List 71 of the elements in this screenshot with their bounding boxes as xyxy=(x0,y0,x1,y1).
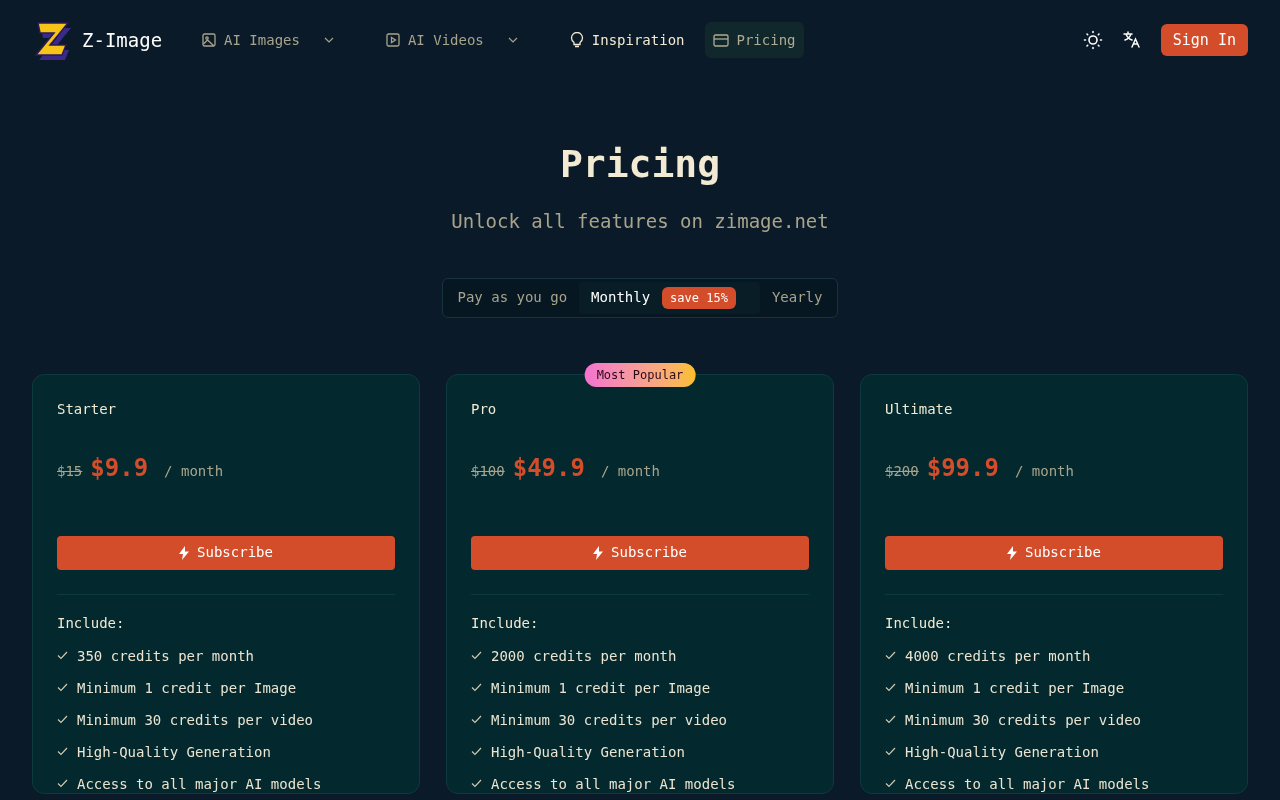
check-icon xyxy=(57,651,68,660)
price-period: / month xyxy=(164,461,224,481)
include-label: Include: xyxy=(57,613,126,633)
discount-badge: save 15% xyxy=(662,286,736,309)
check-icon xyxy=(57,779,68,788)
include-label: Include: xyxy=(471,613,540,633)
feature-text: 4000 credits per month xyxy=(905,646,1091,666)
feature-text: Minimum 1 credit per Image xyxy=(491,678,711,698)
feature-text: High-Quality Generation xyxy=(905,742,1099,762)
feature-text: Access to all major AI models xyxy=(77,774,322,794)
play-icon xyxy=(385,33,400,47)
price-period: / month xyxy=(1014,461,1074,481)
image-icon xyxy=(202,33,217,47)
lightning-icon xyxy=(593,545,604,560)
feature-text: Access to all major AI models xyxy=(905,774,1150,794)
check-icon xyxy=(471,747,482,756)
feature-text: High-Quality Generation xyxy=(491,742,685,762)
lightning-icon xyxy=(179,545,190,560)
feature-text: High-Quality Generation xyxy=(77,742,271,762)
check-icon xyxy=(57,715,68,724)
include-label: Include: xyxy=(885,613,954,633)
subscribe-button[interactable]: Subscribe xyxy=(885,535,1223,570)
lightbulb-icon xyxy=(569,32,584,48)
plan-name: Pro xyxy=(471,399,498,419)
sign-in-button[interactable]: Sign In xyxy=(1160,24,1248,56)
logo-text[interactable]: Z-Image xyxy=(82,25,163,55)
billing-tab[interactable]: Yearly xyxy=(759,281,835,314)
feature-text: 350 credits per month xyxy=(77,646,254,666)
original-price: $15 xyxy=(57,461,83,481)
original-price: $100 xyxy=(471,461,505,481)
feature-text: Minimum 1 credit per Image xyxy=(77,678,297,698)
feature-text: Minimum 30 credits per video xyxy=(905,710,1141,730)
check-icon xyxy=(471,715,482,724)
original-price: $200 xyxy=(885,461,919,481)
credit-card-icon xyxy=(712,33,729,47)
check-icon xyxy=(471,779,482,788)
theme-toggle-icon[interactable] xyxy=(1082,30,1103,50)
logo-icon[interactable] xyxy=(32,19,74,61)
feature-text: Minimum 30 credits per video xyxy=(77,710,313,730)
feature-text: Minimum 1 credit per Image xyxy=(905,678,1125,698)
page-subtitle: Unlock all features on zimage.net xyxy=(451,209,829,234)
check-icon xyxy=(471,651,482,660)
billing-tab[interactable]: Pay as you go xyxy=(445,281,580,314)
check-icon xyxy=(885,651,896,660)
check-icon xyxy=(471,683,482,692)
check-icon xyxy=(885,747,896,756)
nav-link[interactable]: AI Videos xyxy=(377,22,550,58)
plan-name: Starter xyxy=(57,399,117,419)
subscribe-button[interactable]: Subscribe xyxy=(57,535,395,570)
billing-tab[interactable]: Monthly save 15% xyxy=(579,281,760,314)
nav-link[interactable]: Pricing xyxy=(704,22,804,58)
popular-badge: Most Popular xyxy=(584,362,696,387)
plan-price: $49.9 xyxy=(512,452,585,484)
feature-text: 2000 credits per month xyxy=(491,646,677,666)
translate-icon[interactable] xyxy=(1122,31,1141,49)
feature-text: Access to all major AI models xyxy=(491,774,736,794)
check-icon xyxy=(885,683,896,692)
check-icon xyxy=(57,747,68,756)
check-icon xyxy=(885,715,896,724)
nav-link[interactable]: Inspiration xyxy=(561,22,693,58)
price-period: / month xyxy=(600,461,660,481)
lightning-icon xyxy=(1007,545,1018,560)
plan-name: Ultimate xyxy=(885,399,954,419)
page-title: Pricing xyxy=(559,141,721,188)
feature-text: Minimum 30 credits per video xyxy=(491,710,727,730)
check-icon xyxy=(57,683,68,692)
subscribe-button[interactable]: Subscribe xyxy=(471,535,809,570)
plan-price: $9.9 xyxy=(90,452,149,484)
check-icon xyxy=(885,779,896,788)
plan-price: $99.9 xyxy=(926,452,999,484)
nav-link[interactable]: AI Images xyxy=(194,22,366,58)
